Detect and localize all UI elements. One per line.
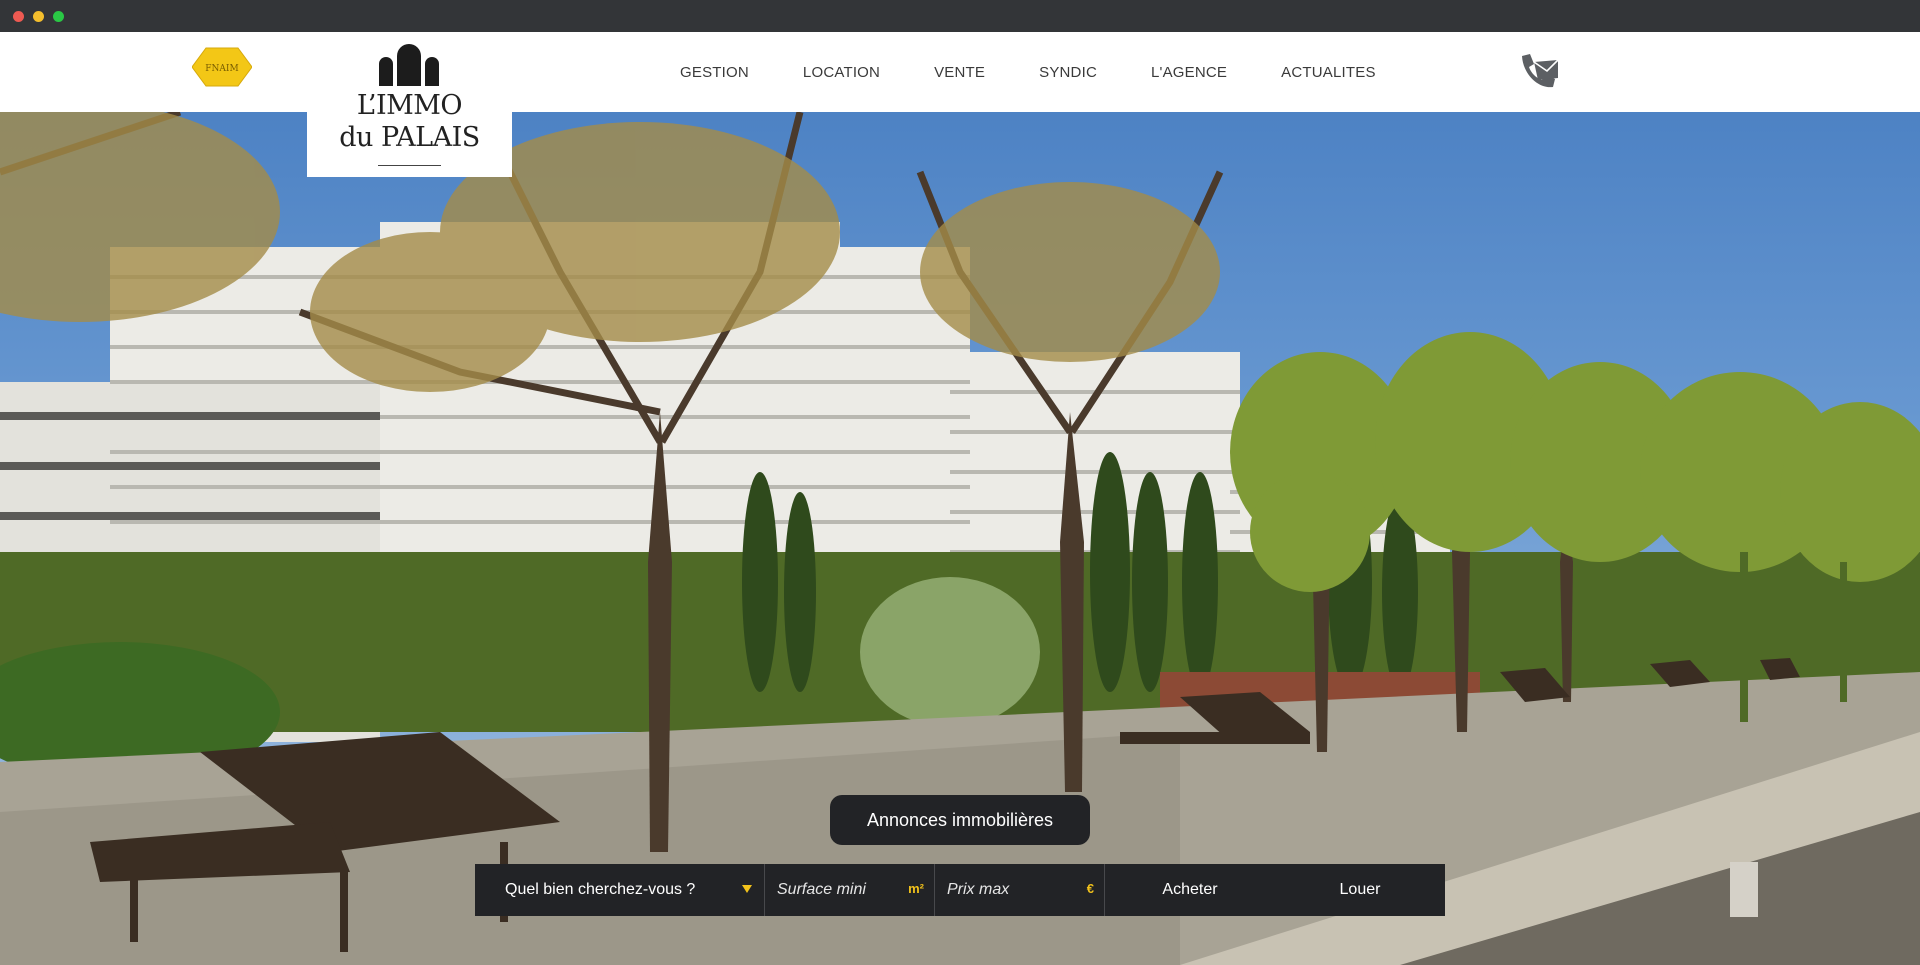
fnaim-badge-logo[interactable]: FNAIM: [192, 46, 252, 88]
green-canopies: [1230, 332, 1920, 592]
surface-unit: m²: [908, 881, 924, 896]
site-header: FNAIM GESTION LOCATION VENTE SYNDIC L'AG…: [0, 32, 1920, 112]
logo-text-line1: L’IMMO: [356, 90, 463, 121]
fnaim-badge-text: FNAIM: [205, 64, 238, 74]
price-unit: €: [1086, 881, 1094, 896]
price-input[interactable]: [947, 881, 1077, 899]
property-search-bar: Quel bien cherchez-vous ? m² € Acheter L…: [475, 864, 1445, 916]
chevron-down-icon: [742, 885, 752, 893]
nav-gestion[interactable]: GESTION: [680, 64, 749, 81]
phone-mail-icon[interactable]: [1518, 52, 1560, 92]
maximize-window-button[interactable]: [53, 11, 64, 22]
close-window-button[interactable]: [13, 11, 24, 22]
price-field: €: [935, 864, 1105, 916]
property-type-select[interactable]: Quel bien cherchez-vous ?: [475, 864, 765, 916]
logo-text-line2: du PALAIS: [339, 122, 480, 153]
logo-underline: [378, 165, 441, 166]
nav-actualites[interactable]: ACTUALITES: [1281, 64, 1376, 81]
rent-button[interactable]: Louer: [1275, 864, 1445, 916]
surface-field: m²: [765, 864, 935, 916]
nav-vente[interactable]: VENTE: [934, 64, 985, 81]
browser-titlebar: [0, 0, 1920, 32]
building-logo-icon: [379, 44, 439, 86]
property-type-label: Quel bien cherchez-vous ?: [505, 881, 696, 898]
olive-shrub: [860, 577, 1040, 727]
site-logo[interactable]: L’IMMO du PALAIS: [307, 32, 512, 177]
bollard: [1730, 862, 1758, 917]
search-tab-annonces[interactable]: Annonces immobilières: [830, 795, 1090, 845]
surface-input[interactable]: [777, 881, 907, 899]
nav-agence[interactable]: L'AGENCE: [1151, 64, 1227, 81]
minimize-window-button[interactable]: [33, 11, 44, 22]
main-nav: GESTION LOCATION VENTE SYNDIC L'AGENCE A…: [680, 32, 1430, 112]
nav-location[interactable]: LOCATION: [803, 64, 880, 81]
buy-button[interactable]: Acheter: [1105, 864, 1275, 916]
nav-syndic[interactable]: SYNDIC: [1039, 64, 1097, 81]
